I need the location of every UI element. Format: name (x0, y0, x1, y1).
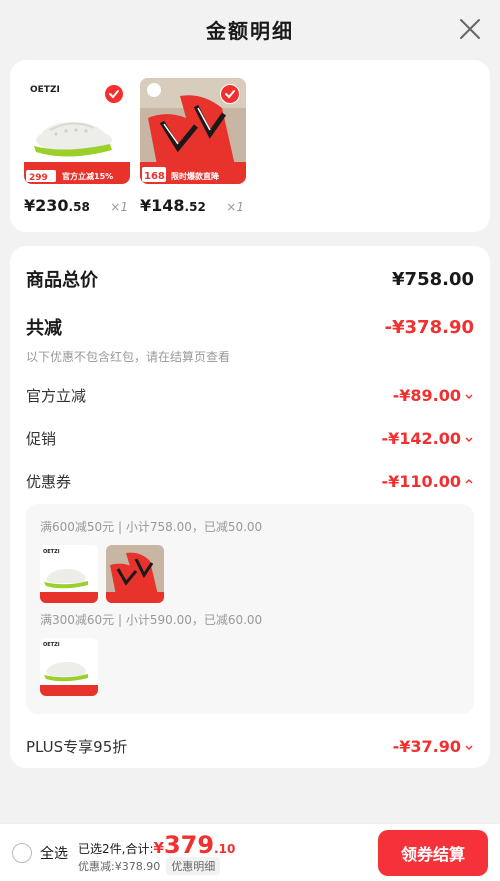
coupon-row[interactable]: 优惠券 -¥110.00 (26, 471, 474, 492)
product-image: 168 限时爆款直降 (140, 78, 246, 184)
promo-label: 促销 (26, 430, 57, 448)
mini-product-image: OETZI (40, 638, 98, 696)
official-label: 官方立减 (26, 387, 87, 405)
price-summary: 商品总价 ¥758.00 共减 -¥378.90 以下优惠不包含红包，请在结算页… (10, 246, 490, 768)
reduce-note: 以下优惠不包含红包，请在结算页查看 (26, 350, 231, 364)
total-label: 商品总价 (26, 270, 98, 291)
select-all-label[interactable]: 全选 (40, 843, 68, 863)
product-image: OETZI 299 官方立减15% (24, 78, 130, 184)
product-list: OETZI 299 官方立减15% ¥ 230 .58 ×1 168 限时爆款直… (10, 60, 490, 232)
svg-text:官方立减15%: 官方立减15% (62, 171, 113, 181)
official-value: -¥89.00 (392, 386, 461, 405)
selected-check-icon[interactable] (220, 84, 240, 104)
product-price: ¥ 148 .52 ×1 (140, 196, 244, 215)
page-title: 金额明细 (206, 18, 294, 43)
product-item[interactable]: 168 限时爆款直降 ¥ 148 .52 ×1 (140, 78, 246, 215)
coupon-detail-box: 满600减50元 | 小计758.00，已减50.00 OETZI 满300减6… (26, 504, 474, 714)
discount-detail-button[interactable]: 优惠明细 (166, 856, 221, 875)
coupon-label: 优惠券 (26, 473, 72, 491)
promo-banner: 168 限时爆款直降 (140, 162, 246, 184)
total-value: ¥758.00 (392, 268, 474, 290)
promo-value: -¥142.00 (381, 429, 461, 448)
reduce-value: -¥378.90 (384, 316, 474, 338)
chevron-up-icon (465, 478, 473, 483)
product-brand: OETZI (30, 85, 60, 95)
chevron-down-icon (465, 437, 473, 442)
select-all-radio[interactable] (12, 842, 32, 863)
official-discount-row[interactable]: 官方立减 -¥89.00 (26, 385, 474, 406)
discount-text: 优惠减:¥378.90 (78, 859, 161, 873)
svg-text:限时爆款直降: 限时爆款直降 (171, 171, 220, 181)
mini-product-image: OETZI (40, 545, 98, 603)
plus-value: -¥37.90 (392, 737, 461, 756)
plus-row[interactable]: PLUS专享95折 -¥37.90 (26, 736, 474, 757)
plus-label: PLUS专享95折 (26, 738, 128, 756)
svg-text:OETZI: OETZI (43, 549, 60, 555)
product-qty: ×1 (110, 200, 128, 214)
total-amount: 379 (163, 830, 215, 859)
product-price: ¥ 230 .58 ×1 (24, 196, 128, 215)
product-qty: ×1 (226, 200, 244, 214)
bottom-bar: 全选 已选2件,合计: ¥ 379 .10 优惠减:¥378.90 优惠明细 领… (0, 823, 500, 881)
chevron-down-icon (465, 745, 473, 750)
product-item[interactable]: OETZI 299 官方立减15% ¥ 230 .58 ×1 (24, 78, 130, 215)
reduce-label: 共减 (26, 318, 62, 339)
selected-check-icon[interactable] (104, 84, 124, 104)
coupon-value: -¥110.00 (381, 472, 461, 491)
selected-text: 已选2件,合计: (78, 841, 154, 856)
close-icon[interactable] (458, 17, 482, 41)
svg-text:OETZI: OETZI (43, 642, 60, 648)
bottom-summary: 已选2件,合计: ¥ 379 .10 优惠减:¥378.90 优惠明细 (78, 830, 236, 875)
coupon-products: OETZI (40, 638, 460, 696)
coupon-products: OETZI (40, 545, 460, 603)
promo-banner: 299 官方立减15% (24, 162, 130, 184)
svg-text:168: 168 (144, 171, 165, 182)
svg-text:299: 299 (29, 173, 48, 183)
mini-product-image (106, 545, 164, 603)
chevron-down-icon (465, 394, 473, 399)
promo-row[interactable]: 促销 -¥142.00 (26, 428, 474, 449)
checkout-button[interactable]: 领券结算 (378, 829, 488, 876)
header: 金额明细 (0, 0, 500, 58)
coupon-line: 满300减60元 | 小计590.00，已减60.00 (40, 613, 263, 627)
coupon-line: 满600减50元 | 小计758.00，已减50.00 (40, 520, 263, 534)
